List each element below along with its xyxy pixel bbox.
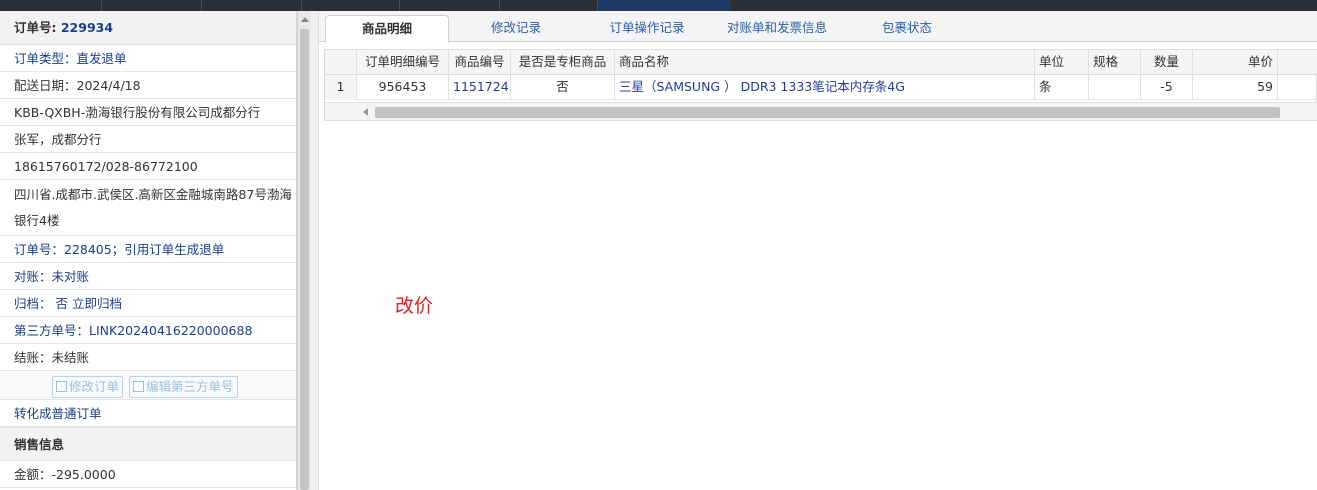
top-bar-active-segment — [598, 0, 730, 11]
cell-spec — [1089, 75, 1141, 100]
top-bar-segment — [500, 0, 598, 11]
product-grid: 订单明细编号 商品编号 是否是专柜商品 商品名称 单位 规格 数量 单价 1 9… — [324, 49, 1317, 121]
reconcile-row: 对账：未对账 — [0, 263, 296, 290]
cell-product-no[interactable]: 1151724 — [449, 75, 511, 100]
address-row: 四川省.成都市.武侯区.高新区金融城南路87号渤海银行4楼 — [0, 180, 296, 236]
row-index: 1 — [325, 75, 357, 100]
top-bar-segment — [302, 0, 400, 11]
left-panel-scrollbar[interactable] — [297, 11, 311, 490]
grid-header-row: 订单明细编号 商品编号 是否是专柜商品 商品名称 单位 规格 数量 单价 — [325, 50, 1317, 75]
order-number-header: 订单号: 229934 — [0, 11, 296, 45]
top-bar-segment — [0, 0, 102, 11]
order-number-label: 订单号: — [14, 20, 57, 35]
grid-header-exclusive[interactable]: 是否是专柜商品 — [511, 50, 615, 75]
grid-header-name[interactable]: 商品名称 — [615, 50, 1035, 75]
order-type-row: 订单类型：直发退单 — [0, 45, 296, 72]
settle-row: 结账：未结账 — [0, 344, 296, 371]
order-info-panel: 订单号: 229934 订单类型：直发退单 配送日期：2024/4/18 KBB… — [0, 11, 297, 490]
top-bar — [0, 0, 1317, 11]
delivery-date-row: 配送日期：2024/4/18 — [0, 72, 296, 99]
phone-row: 18615760172/028-86772100 — [0, 153, 296, 180]
scrollbar-thumb[interactable] — [300, 29, 309, 490]
tab-product-details[interactable]: 商品明细 — [325, 15, 449, 43]
cell-unit: 条 — [1035, 75, 1089, 100]
grid-header-unit[interactable]: 单位 — [1035, 50, 1089, 75]
tab-package-status[interactable]: 包裹状态 — [855, 15, 959, 42]
edit-third-party-button[interactable]: 编辑第三方单号 — [129, 375, 238, 398]
grid-header-index — [325, 50, 357, 75]
cell-qty: -5 — [1141, 75, 1193, 100]
tab-bar: 商品明细 修改记录 订单操作记录 对账单和发票信息 包裹状态 — [319, 11, 1317, 43]
horizontal-scrollbar-thumb[interactable] — [375, 107, 1280, 118]
convert-order-link[interactable]: 转化成普通订单 — [0, 400, 296, 427]
source-order-row[interactable]: 订单号：228405；引用订单生成退单 — [0, 236, 296, 263]
detail-area: 商品明细 修改记录 订单操作记录 对账单和发票信息 包裹状态 订单明细编号 商品… — [319, 11, 1317, 490]
amount-row: 金额：-295.0000 — [0, 461, 296, 488]
scroll-left-icon[interactable] — [363, 108, 368, 116]
cell-product-name[interactable]: 三星（SAMSUNG ） DDR3 1333笔记本内存条4G — [615, 75, 1035, 100]
edit-third-party-label: 编辑第三方单号 — [146, 378, 234, 394]
scroll-up-icon[interactable] — [301, 17, 309, 22]
table-row[interactable]: 1 956453 1151724 否 三星（SAMSUNG ） DDR3 133… — [325, 75, 1317, 100]
tab-change-log[interactable]: 修改记录 — [465, 15, 567, 42]
third-party-row: 第三方单号：LINK20240416220000688 — [0, 317, 296, 344]
tab-order-operations[interactable]: 订单操作记录 — [585, 15, 709, 42]
grid-header-detail-no[interactable]: 订单明细编号 — [357, 50, 449, 75]
sales-info-section-header: 销售信息 — [0, 427, 296, 461]
contact-row: 张军，成都分行 — [0, 126, 296, 153]
grid-header-qty[interactable]: 数量 — [1141, 50, 1193, 75]
company-row: KBB-QXBH-渤海银行股份有限公司成都分行 — [0, 99, 296, 126]
price-change-note: 改价 — [395, 295, 434, 317]
top-bar-segment — [400, 0, 500, 11]
tab-invoice-info[interactable]: 对账单和发票信息 — [715, 15, 839, 42]
grid-header-price[interactable]: 单价 — [1193, 50, 1278, 75]
grid-horizontal-scrollbar[interactable] — [325, 102, 1317, 120]
top-bar-segment — [102, 0, 202, 11]
cell-price: 59 — [1193, 75, 1278, 100]
edit-icon — [133, 380, 144, 392]
top-bar-segment — [202, 0, 302, 11]
edit-order-button[interactable]: 修改订单 — [52, 375, 124, 398]
panel-splitter[interactable] — [311, 11, 319, 490]
action-buttons-row: 修改订单 编辑第三方单号 — [0, 371, 296, 400]
edit-icon — [56, 380, 67, 392]
order-number-value: 229934 — [60, 20, 114, 35]
edit-order-label: 修改订单 — [69, 378, 120, 394]
cell-exclusive: 否 — [511, 75, 615, 100]
grid-header-product-no[interactable]: 商品编号 — [449, 50, 511, 75]
archive-row[interactable]: 归档： 否 立即归档 — [0, 290, 296, 317]
cell-detail-no: 956453 — [357, 75, 449, 100]
grid-header-spec[interactable]: 规格 — [1089, 50, 1141, 75]
